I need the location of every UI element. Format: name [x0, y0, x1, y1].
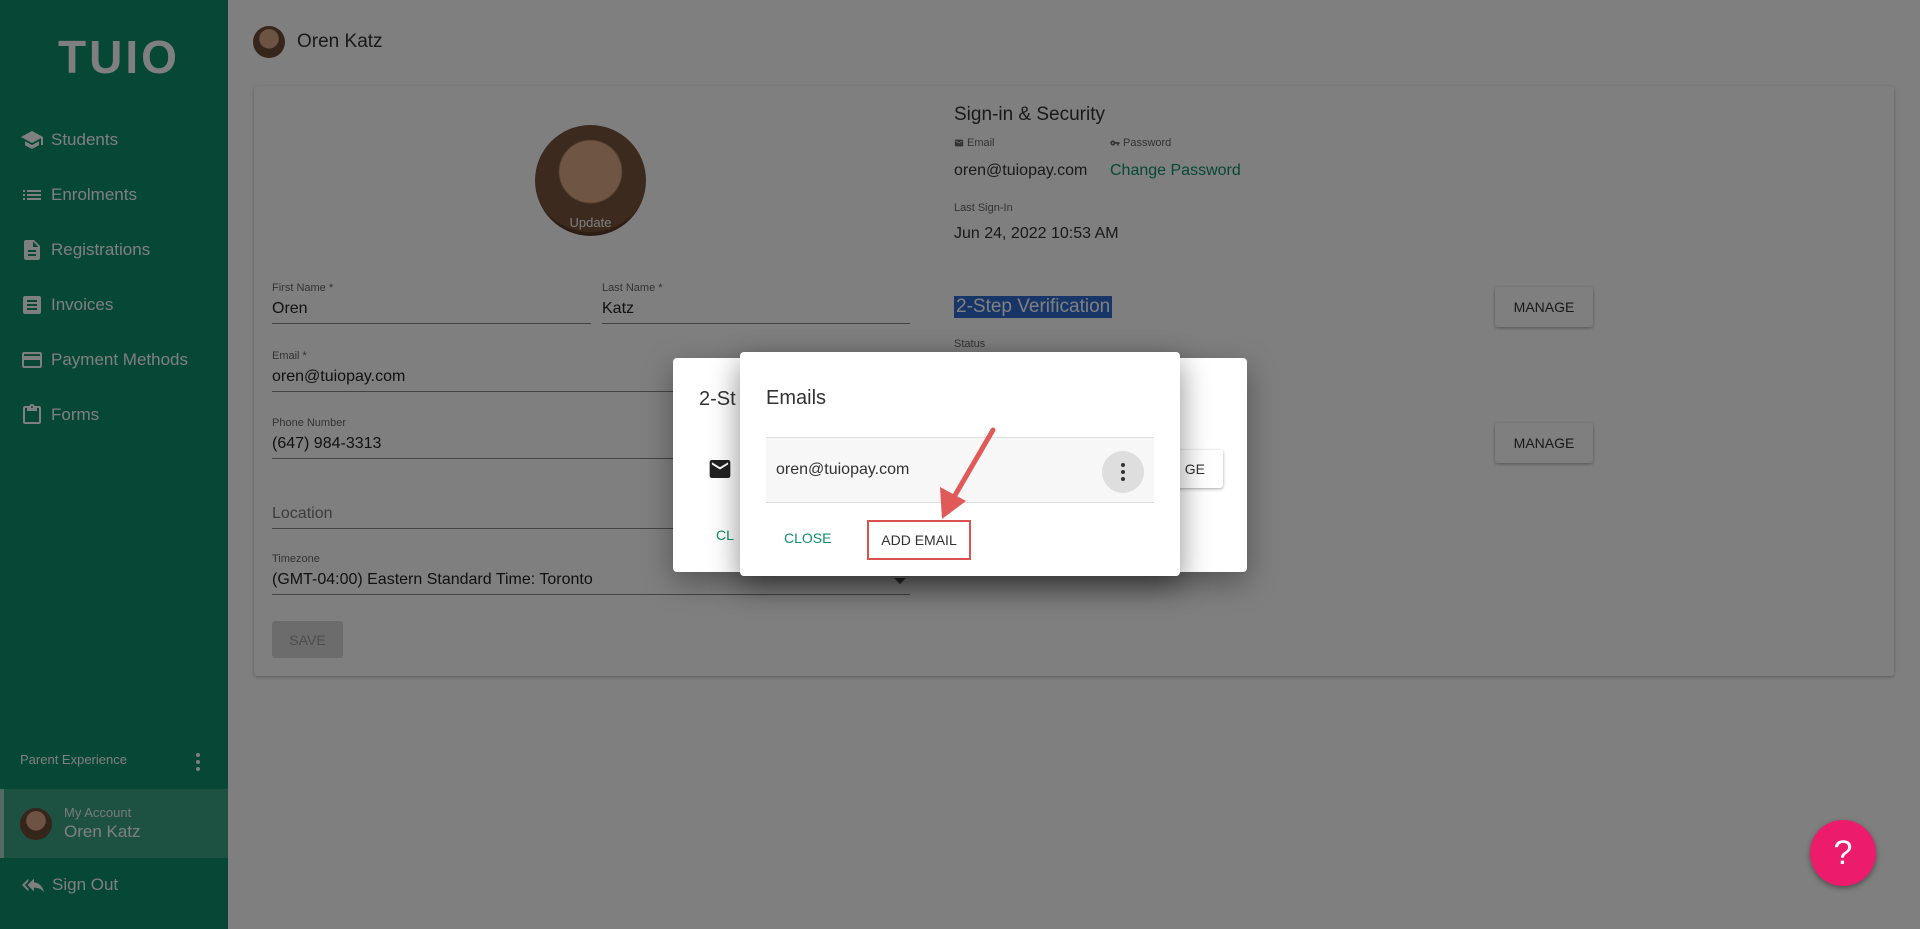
- emails-dialog-title: Emails: [766, 387, 827, 409]
- add-email-button[interactable]: ADD EMAIL: [867, 520, 971, 560]
- mail-icon: [709, 460, 731, 478]
- help-button[interactable]: ?: [1810, 820, 1876, 886]
- two-step-close-button[interactable]: CL: [716, 527, 734, 543]
- two-step-dialog-title: 2-St: [699, 388, 736, 410]
- close-button[interactable]: CLOSE: [784, 530, 831, 546]
- more-vert-icon[interactable]: [1102, 451, 1144, 493]
- email-address: oren@tuiopay.com: [776, 461, 910, 478]
- annotation-arrow-icon: [940, 427, 996, 519]
